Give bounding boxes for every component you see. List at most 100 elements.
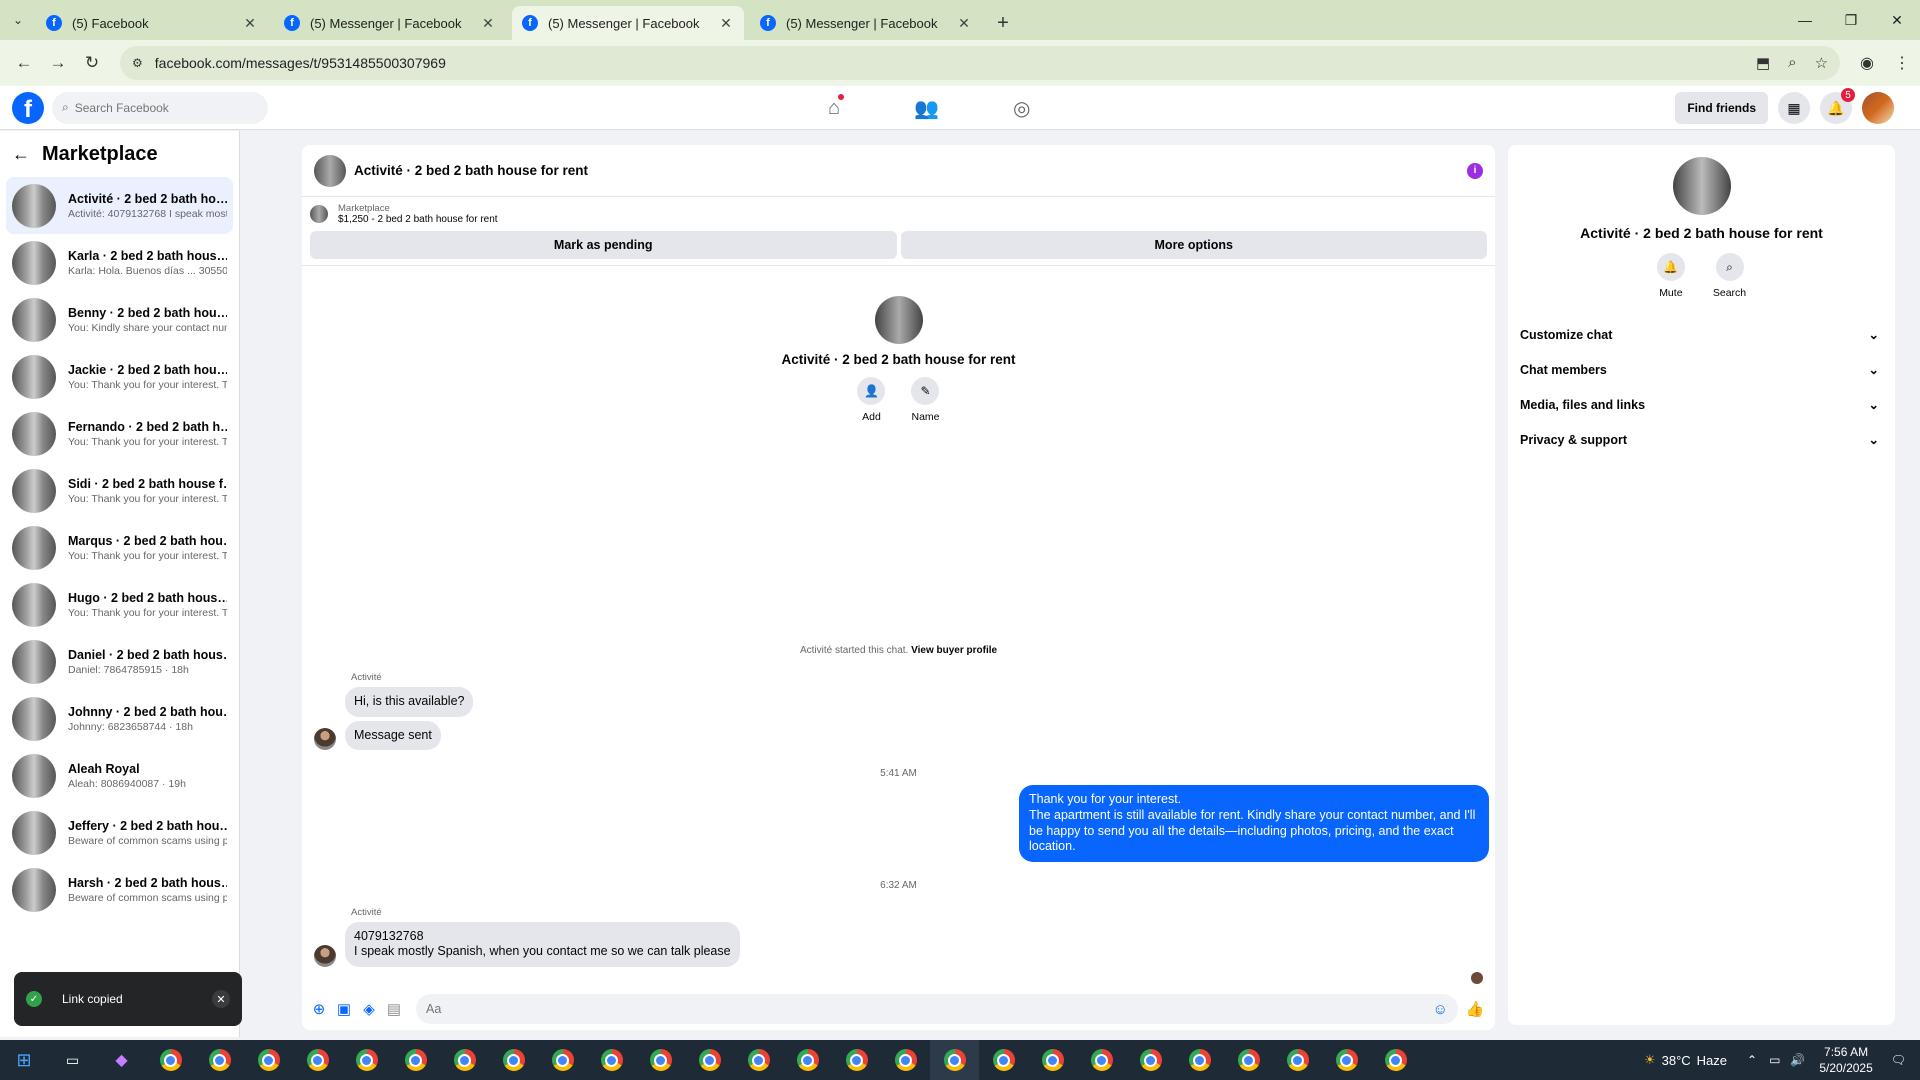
chrome-taskbar-icon[interactable] — [1371, 1040, 1420, 1080]
message-input[interactable] — [426, 1002, 1433, 1016]
chat-title[interactable]: Activité · 2 bed 2 bath house for rent — [354, 163, 588, 178]
browser-tab-2[interactable]: f (5) Messenger | Facebook ✕ — [274, 6, 506, 40]
info-icon[interactable]: i — [1467, 162, 1483, 179]
incoming-message[interactable]: Message sent — [345, 720, 441, 751]
conversation-item[interactable]: Jackie · 2 bed 2 bath house for rentYou:… — [6, 348, 233, 405]
back-icon[interactable]: ← — [10, 49, 38, 77]
chrome-taskbar-icon[interactable] — [1126, 1040, 1175, 1080]
friends-icon[interactable]: 👥 — [914, 96, 939, 121]
outgoing-message[interactable]: Thank you for your interest. The apartme… — [1019, 785, 1489, 862]
mark-pending-button[interactable]: Mark as pending — [310, 231, 897, 259]
chrome-taskbar-icon[interactable] — [930, 1040, 979, 1080]
clock[interactable]: 7:56 AM 5/20/2025 — [1819, 1044, 1872, 1076]
chrome-taskbar-icon[interactable] — [1273, 1040, 1322, 1080]
weather-widget[interactable]: ☀ 38°C Haze — [1644, 1052, 1727, 1068]
chrome-taskbar-icon[interactable] — [244, 1040, 293, 1080]
chrome-taskbar-icon[interactable] — [146, 1040, 195, 1080]
notifications-bell-icon[interactable]: 🔔 5 — [1820, 88, 1855, 124]
chrome-taskbar-icon[interactable] — [391, 1040, 440, 1080]
sender-avatar[interactable] — [314, 945, 336, 967]
chrome-taskbar-icon[interactable] — [538, 1040, 587, 1080]
chrome-taskbar-icon[interactable] — [1175, 1040, 1224, 1080]
browser-menu-icon[interactable]: ⋮ — [1894, 53, 1910, 73]
message-input-wrapper[interactable]: ☺ — [416, 994, 1458, 1024]
conversation-item[interactable]: Johnny · 2 bed 2 bath house for rentJohn… — [6, 690, 233, 747]
account-avatar[interactable] — [1862, 92, 1894, 124]
chrome-taskbar-icon[interactable] — [1077, 1040, 1126, 1080]
bookmark-star-icon[interactable]: ☆ — [1815, 54, 1828, 72]
chrome-taskbar-icon[interactable] — [636, 1040, 685, 1080]
notification-center-icon[interactable]: 🗨 — [1891, 1053, 1906, 1067]
conversation-item[interactable]: Fernando · 2 bed 2 bath house for ...You… — [6, 405, 233, 462]
new-tab-button[interactable]: + — [988, 6, 1018, 40]
conversation-item[interactable]: Sidi · 2 bed 2 bath house for rentYou: T… — [6, 462, 233, 519]
conversation-item[interactable]: Karla · 2 bed 2 bath house for rentKarla… — [6, 234, 233, 291]
privacy-support-section[interactable]: Privacy & support ⌄ — [1508, 422, 1895, 457]
photo-icon[interactable]: ▣ — [333, 998, 355, 1020]
search-input[interactable] — [74, 100, 245, 115]
incoming-message[interactable]: Hi, is this available? — [345, 687, 474, 717]
facebook-logo-icon[interactable]: f — [12, 91, 44, 124]
chat-avatar[interactable] — [314, 154, 346, 187]
chrome-taskbar-icon[interactable] — [783, 1040, 832, 1080]
chrome-taskbar-icon[interactable] — [293, 1040, 342, 1080]
customize-chat-section[interactable]: Customize chat ⌄ — [1508, 317, 1895, 352]
address-bar[interactable]: ⚙ facebook.com/messages/t/95314855003079… — [120, 46, 1841, 80]
zoom-icon[interactable]: ⌕ — [1788, 54, 1796, 72]
search-chat-button[interactable]: ⌕ Search — [1713, 253, 1746, 299]
name-chat-button[interactable]: ✎ Name — [911, 377, 940, 423]
chrome-taskbar-icon[interactable] — [1322, 1040, 1371, 1080]
view-buyer-profile-link[interactable]: View buyer profile — [911, 645, 997, 656]
show-hidden-icons[interactable]: ⌃ — [1747, 1053, 1757, 1067]
restore-icon[interactable]: ❐ — [1828, 0, 1874, 40]
windows-start-icon[interactable]: ⊞ — [0, 1040, 48, 1080]
chrome-taskbar-icon[interactable] — [1028, 1040, 1077, 1080]
sticker-icon[interactable]: ◈ — [358, 998, 380, 1020]
conversation-item[interactable]: Activité · 2 bed 2 bath house for re...A… — [6, 177, 233, 234]
reload-icon[interactable]: ↻ — [78, 49, 106, 77]
conversation-item[interactable]: Jeffery · 2 bed 2 bath house for rentBew… — [6, 804, 233, 861]
chrome-taskbar-icon[interactable] — [832, 1040, 881, 1080]
chrome-taskbar-icon[interactable] — [734, 1040, 783, 1080]
copilot-icon[interactable]: ◆ — [97, 1040, 146, 1080]
facebook-search[interactable]: ⌕ — [52, 91, 268, 124]
thumbs-up-icon[interactable]: 👍 — [1464, 998, 1486, 1020]
gif-icon[interactable]: ▤ — [383, 998, 405, 1020]
install-app-icon[interactable]: ⬒ — [1756, 54, 1770, 72]
network-icon[interactable]: ▭ — [1769, 1053, 1780, 1067]
profile-icon[interactable]: ◉ — [1860, 53, 1874, 73]
tab-close-icon[interactable]: ✕ — [718, 15, 734, 32]
emoji-icon[interactable]: ☺ — [1433, 1001, 1448, 1018]
chrome-taskbar-icon[interactable] — [979, 1040, 1028, 1080]
more-options-button[interactable]: More options — [900, 231, 1487, 259]
tab-search-icon[interactable]: ⌄ — [0, 0, 36, 40]
close-window-icon[interactable]: ✕ — [1874, 0, 1920, 40]
conversation-item[interactable]: Harsh · 2 bed 2 bath house for rentBewar… — [6, 861, 233, 918]
back-arrow-icon[interactable]: ← — [12, 144, 30, 165]
conversation-item[interactable]: Aleah Royal Aleah: 8086940087 · 19h — [6, 747, 233, 804]
task-view-icon[interactable]: ▭ — [48, 1040, 97, 1080]
browser-tab-3[interactable]: f (5) Messenger | Facebook ✕ — [512, 6, 744, 40]
conversation-item[interactable]: Marqus · 2 bed 2 bath house for re...You… — [6, 519, 233, 576]
find-friends-button[interactable]: Find friends — [1675, 92, 1768, 124]
tab-close-icon[interactable]: ✕ — [480, 15, 496, 32]
minimize-icon[interactable]: — — [1782, 0, 1828, 40]
conversation-item[interactable]: Hugo · 2 bed 2 bath house for rentYou: T… — [6, 576, 233, 633]
incoming-message[interactable]: 4079132768 I speak mostly Spanish, when … — [345, 921, 740, 967]
plus-circle-icon[interactable]: ⊕ — [308, 998, 330, 1020]
chrome-taskbar-icon[interactable] — [1224, 1040, 1273, 1080]
chat-members-section[interactable]: Chat members ⌄ — [1508, 352, 1895, 387]
groups-icon[interactable]: ◎ — [1013, 96, 1030, 121]
chrome-taskbar-icon[interactable] — [440, 1040, 489, 1080]
site-info-icon[interactable]: ⚙ — [132, 56, 143, 70]
browser-tab-1[interactable]: f (5) Facebook ✕ — [36, 6, 268, 40]
browser-tab-4[interactable]: f (5) Messenger | Facebook ✕ — [750, 6, 982, 40]
forward-icon[interactable]: → — [44, 49, 72, 77]
chrome-taskbar-icon[interactable] — [881, 1040, 930, 1080]
tab-close-icon[interactable]: ✕ — [242, 15, 258, 32]
toast-close-icon[interactable]: ✕ — [212, 990, 230, 1008]
menu-grid-icon[interactable]: ▦ — [1778, 92, 1810, 124]
tab-close-icon[interactable]: ✕ — [956, 15, 972, 32]
listing-summary[interactable]: Marketplace $1,250 - 2 bed 2 bath house … — [302, 197, 1495, 225]
conversation-item[interactable]: Daniel · 2 bed 2 bath house for rentDani… — [6, 633, 233, 690]
